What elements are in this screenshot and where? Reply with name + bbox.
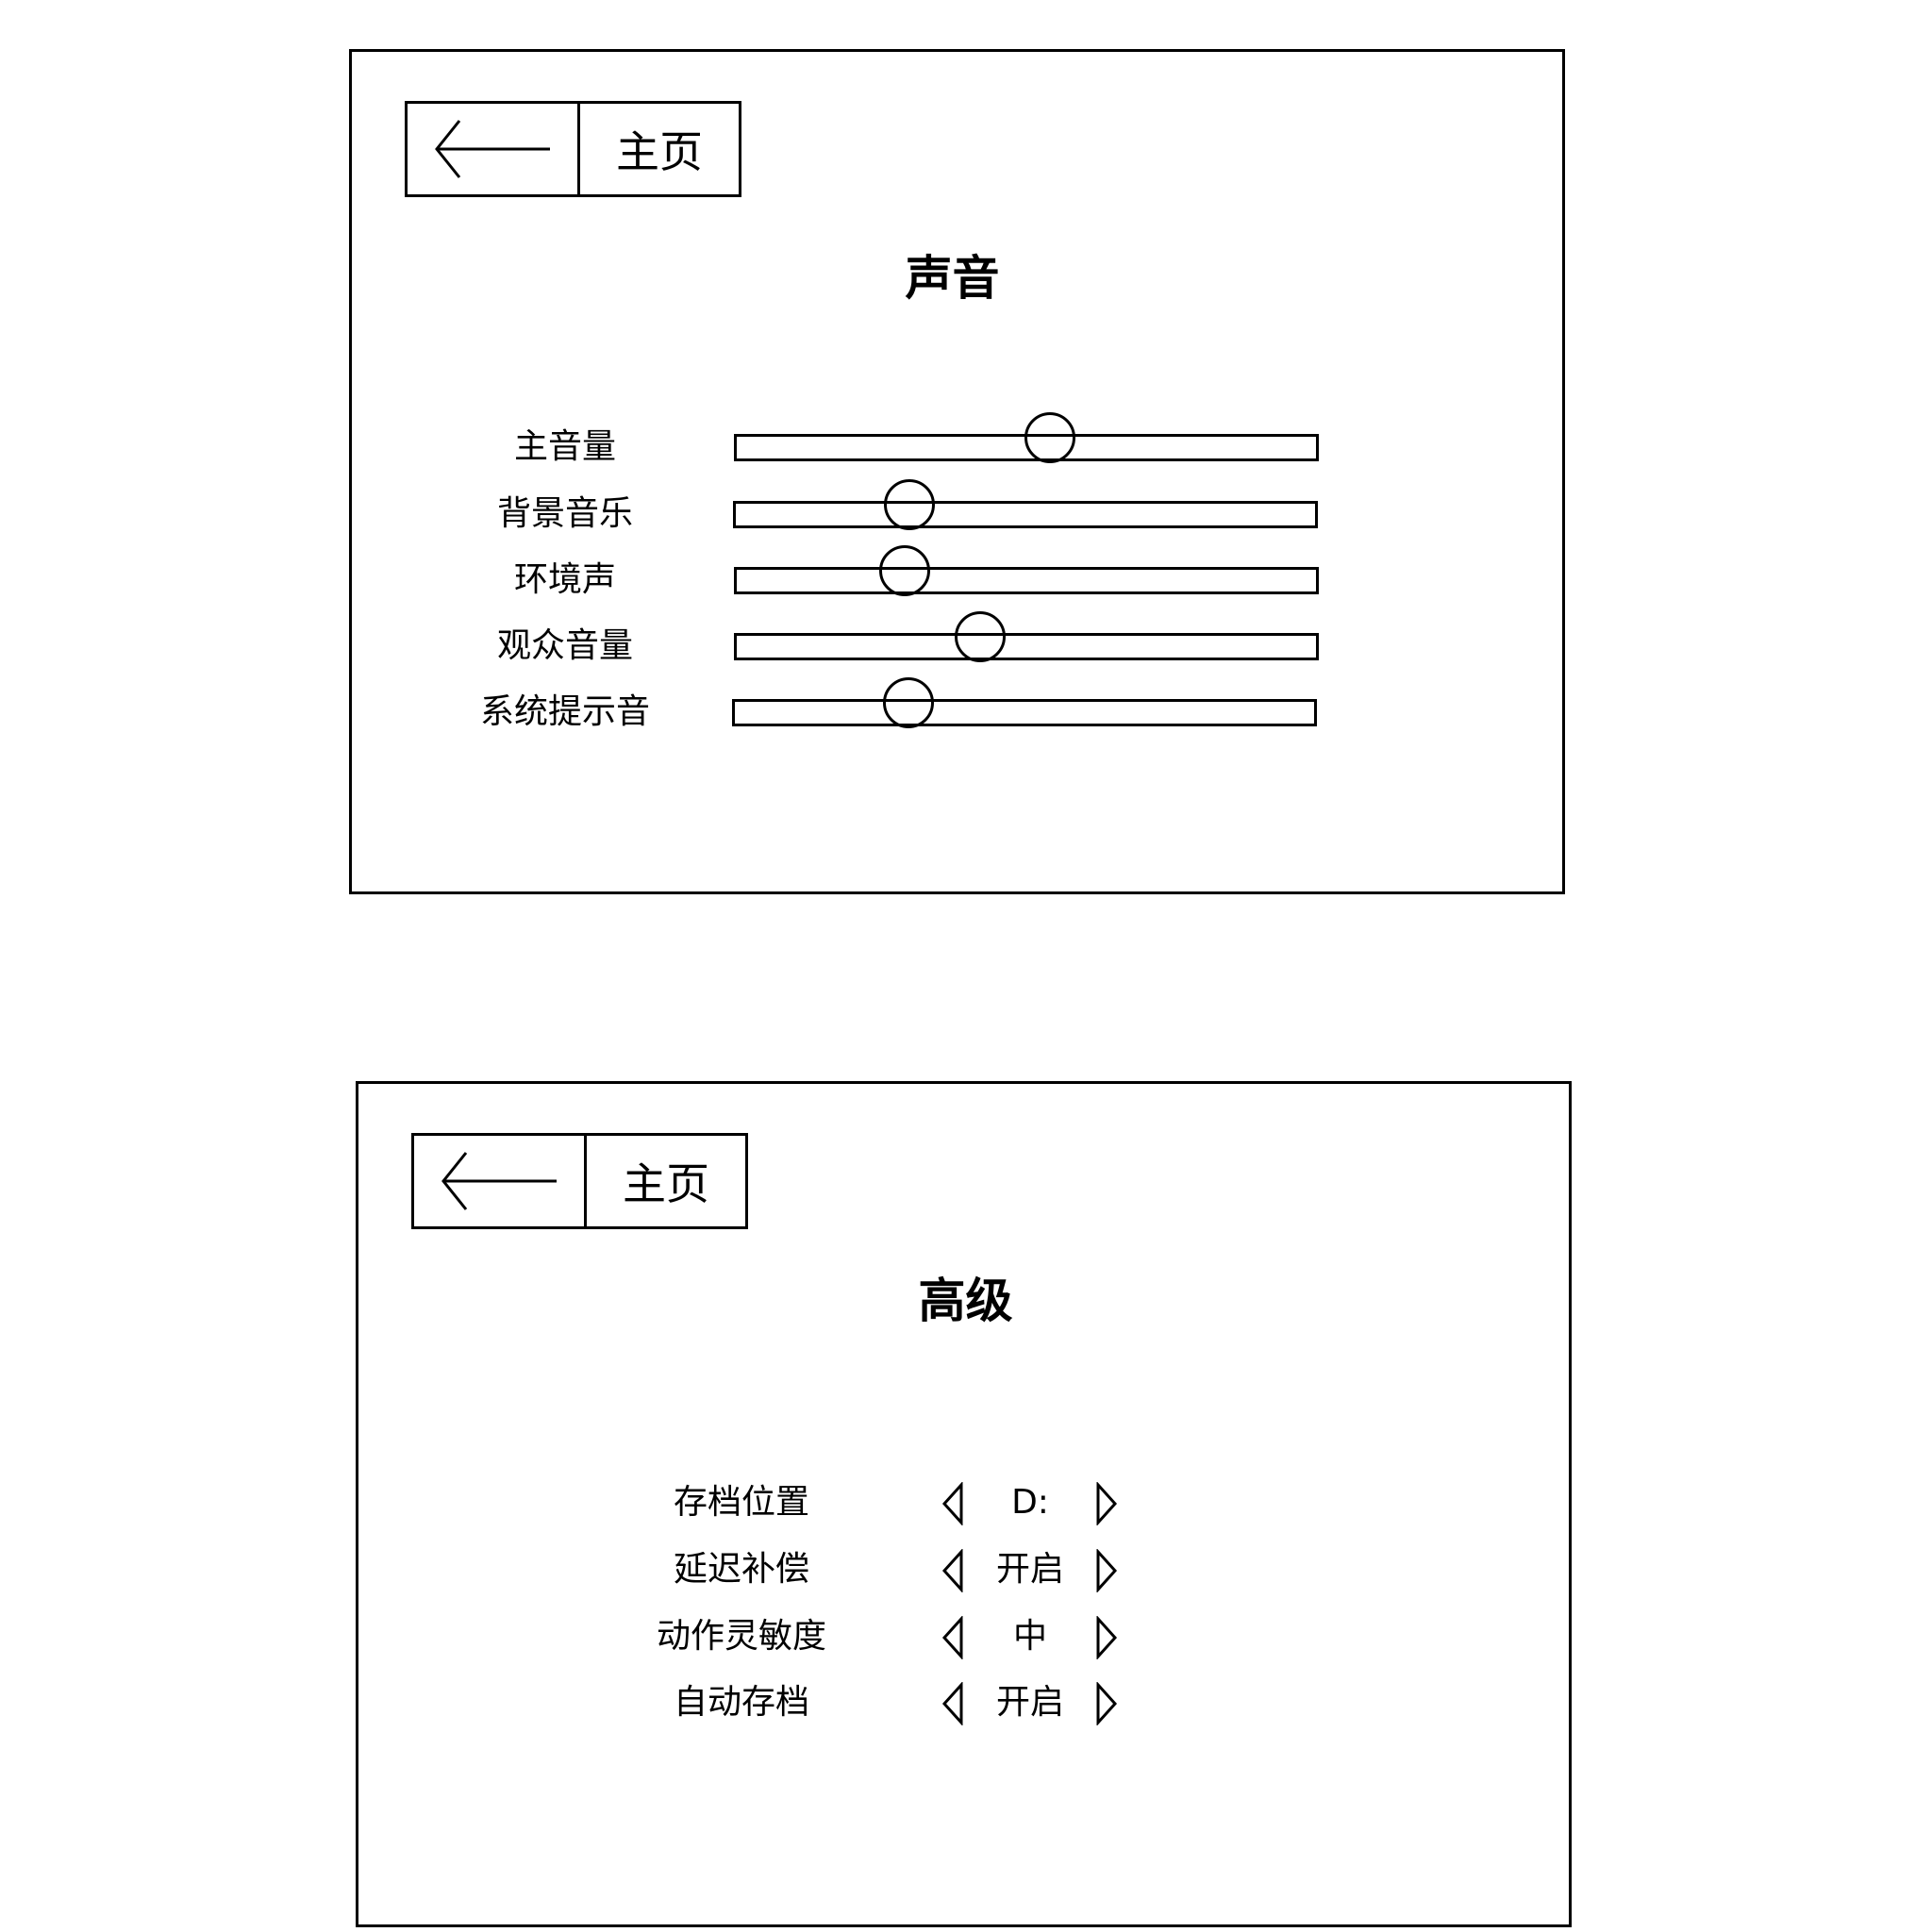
back-button[interactable] <box>408 104 580 194</box>
option-value: 开启 <box>995 1683 1064 1722</box>
arrow-left-icon <box>435 120 550 178</box>
arrow-left-button-icon[interactable] <box>941 1682 965 1725</box>
option-value: 中 <box>1012 1617 1047 1656</box>
arrow-right-button-icon[interactable] <box>1094 1616 1119 1659</box>
slider-label: 系统提示音 <box>479 692 650 731</box>
option-row-auto-save: 自动存档 开启 <box>358 1674 1569 1731</box>
arrow-left-icon <box>441 1152 557 1210</box>
slider-label: 主音量 <box>513 427 616 466</box>
nav-bar: 主页 <box>405 101 741 197</box>
slider-track[interactable] <box>734 611 1319 662</box>
slider-row-ambient-sound: 环境声 <box>352 545 1562 608</box>
slider-knob[interactable] <box>879 545 931 596</box>
page-title: 高级 <box>918 1274 1013 1328</box>
option-row-save-location: 存档位置 D: <box>358 1474 1569 1531</box>
home-button[interactable]: 主页 <box>580 104 739 194</box>
slider-knob[interactable] <box>884 479 936 530</box>
option-value: D: <box>1011 1483 1049 1522</box>
arrow-left-button-icon[interactable] <box>941 1616 965 1659</box>
slider-knob[interactable] <box>954 611 1006 662</box>
slider-row-master-volume: 主音量 <box>352 412 1562 475</box>
slider-row-system-sound: 系统提示音 <box>352 677 1562 741</box>
sound-settings-panel: 主页 声音 主音量 背景音乐 环境声 观众音量 系统提示音 <box>349 49 1565 894</box>
slider-track[interactable] <box>734 412 1319 463</box>
back-button[interactable] <box>414 1136 587 1226</box>
slider-track[interactable] <box>733 479 1318 530</box>
arrow-right-button-icon[interactable] <box>1094 1482 1119 1525</box>
option-label: 延迟补偿 <box>673 1550 809 1589</box>
arrow-left-button-icon[interactable] <box>941 1549 965 1592</box>
arrow-right-button-icon[interactable] <box>1094 1549 1119 1592</box>
slider-label: 环境声 <box>513 560 616 599</box>
slider-row-crowd-volume: 观众音量 <box>352 611 1562 675</box>
slider-label: 背景音乐 <box>496 494 633 533</box>
option-value: 开启 <box>995 1550 1064 1589</box>
slider-track[interactable] <box>732 677 1317 728</box>
option-label: 自动存档 <box>673 1683 809 1722</box>
arrow-left-button-icon[interactable] <box>941 1482 965 1525</box>
option-label: 存档位置 <box>673 1483 809 1522</box>
nav-bar: 主页 <box>411 1133 748 1229</box>
slider-knob[interactable] <box>1024 412 1075 463</box>
slider-row-background-music: 背景音乐 <box>352 479 1562 542</box>
option-label: 动作灵敏度 <box>656 1617 826 1656</box>
page-title: 声音 <box>905 251 1000 306</box>
home-button[interactable]: 主页 <box>587 1136 745 1226</box>
arrow-right-button-icon[interactable] <box>1094 1682 1119 1725</box>
slider-label: 观众音量 <box>496 626 633 665</box>
option-row-latency-compensation: 延迟补偿 开启 <box>358 1541 1569 1598</box>
option-row-motion-sensitivity: 动作灵敏度 中 <box>358 1608 1569 1665</box>
slider-knob[interactable] <box>883 677 935 728</box>
slider-track[interactable] <box>734 545 1319 596</box>
advanced-settings-panel: 主页 高级 存档位置 D: 延迟补偿 开启 动作灵敏度 中 自动存档 开启 <box>356 1081 1572 1927</box>
